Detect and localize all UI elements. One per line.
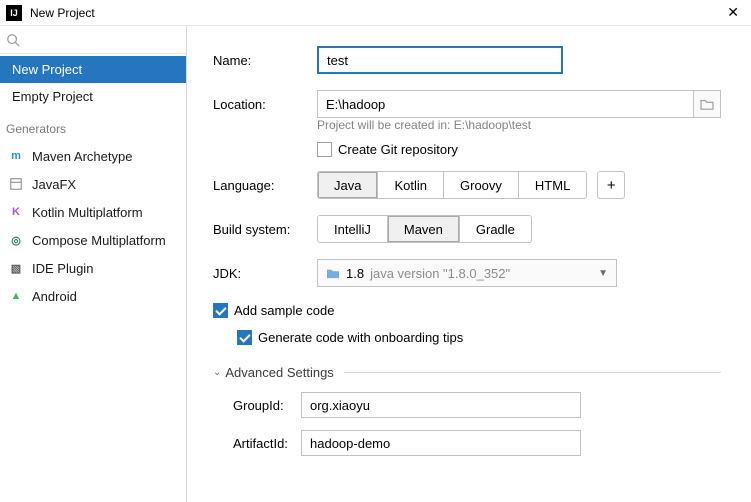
kotlin-icon: K: [8, 204, 24, 220]
artifactid-label: ArtifactId:: [233, 436, 301, 451]
sidebar-item-empty-project[interactable]: Empty Project: [0, 83, 186, 110]
language-group: Java Kotlin Groovy HTML: [317, 171, 587, 199]
compose-icon: ◎: [8, 232, 24, 248]
chevron-down-icon: ▼: [598, 268, 608, 279]
browse-button[interactable]: [693, 90, 721, 118]
groupid-label: GroupId:: [233, 398, 301, 413]
search-icon: [6, 33, 20, 47]
generator-maven-archetype[interactable]: m Maven Archetype: [0, 142, 186, 170]
language-kotlin[interactable]: Kotlin: [378, 172, 444, 198]
location-hint: Project will be created in: E:\hadoop\te…: [317, 118, 721, 132]
buildsystem-intellij[interactable]: IntelliJ: [318, 216, 388, 242]
chevron-down-icon: ⌄: [213, 367, 221, 378]
plugin-icon: ▧: [8, 260, 24, 276]
generator-kotlin-multiplatform[interactable]: K Kotlin Multiplatform: [0, 198, 186, 226]
location-input[interactable]: [317, 90, 693, 118]
generator-label: Android: [32, 289, 77, 304]
jdk-version: 1.8: [346, 266, 364, 281]
sidebar-item-label: Empty Project: [12, 89, 93, 104]
create-git-checkbox[interactable]: [317, 142, 332, 157]
form-panel: Name: Location: Project will be created …: [187, 26, 751, 502]
generator-android[interactable]: ▲ Android: [0, 282, 186, 310]
generator-javafx[interactable]: JavaFX: [0, 170, 186, 198]
generator-label: Compose Multiplatform: [32, 233, 166, 248]
language-groovy[interactable]: Groovy: [444, 172, 519, 198]
name-label: Name:: [213, 53, 317, 68]
divider: [344, 372, 721, 373]
generator-compose-multiplatform[interactable]: ◎ Compose Multiplatform: [0, 226, 186, 254]
name-input[interactable]: [317, 46, 563, 74]
jdk-description: java version "1.8.0_352": [370, 266, 510, 281]
create-git-label: Create Git repository: [338, 142, 458, 157]
android-icon: ▲: [8, 288, 24, 304]
maven-icon: m: [8, 148, 24, 164]
add-sample-label: Add sample code: [234, 303, 334, 318]
jdk-label: JDK:: [213, 266, 317, 281]
generator-label: Kotlin Multiplatform: [32, 205, 143, 220]
location-label: Location:: [213, 97, 317, 112]
search-field[interactable]: [0, 26, 186, 54]
advanced-settings-toggle[interactable]: ⌄ Advanced Settings: [213, 365, 721, 380]
language-html[interactable]: HTML: [519, 172, 586, 198]
close-icon[interactable]: ✕: [721, 4, 745, 21]
app-icon: IJ: [6, 5, 22, 21]
language-label: Language:: [213, 178, 317, 193]
generator-ide-plugin[interactable]: ▧ IDE Plugin: [0, 254, 186, 282]
artifactid-input[interactable]: [301, 430, 581, 456]
window-title: New Project: [30, 6, 721, 20]
buildsystem-label: Build system:: [213, 222, 317, 237]
folder-jdk-icon: [326, 267, 340, 279]
language-java[interactable]: Java: [318, 172, 378, 198]
sidebar-item-new-project[interactable]: New Project: [0, 56, 186, 83]
generator-label: Maven Archetype: [32, 149, 132, 164]
buildsystem-gradle[interactable]: Gradle: [460, 216, 531, 242]
generators-header: Generators: [0, 110, 186, 142]
add-sample-checkbox[interactable]: [213, 303, 228, 318]
jdk-dropdown[interactable]: 1.8 java version "1.8.0_352" ▼: [317, 259, 617, 287]
sidebar-item-label: New Project: [12, 62, 82, 77]
javafx-icon: [8, 176, 24, 192]
add-language-button[interactable]: +: [597, 171, 625, 199]
advanced-settings-label: Advanced Settings: [225, 365, 333, 380]
title-bar: IJ New Project ✕: [0, 0, 751, 26]
generator-label: JavaFX: [32, 177, 76, 192]
buildsystem-group: IntelliJ Maven Gradle: [317, 215, 532, 243]
groupid-input[interactable]: [301, 392, 581, 418]
folder-icon: [700, 98, 714, 110]
buildsystem-maven[interactable]: Maven: [388, 216, 460, 242]
generator-label: IDE Plugin: [32, 261, 93, 276]
onboarding-label: Generate code with onboarding tips: [258, 330, 463, 345]
sidebar: New Project Empty Project Generators m M…: [0, 26, 187, 502]
onboarding-checkbox[interactable]: [237, 330, 252, 345]
